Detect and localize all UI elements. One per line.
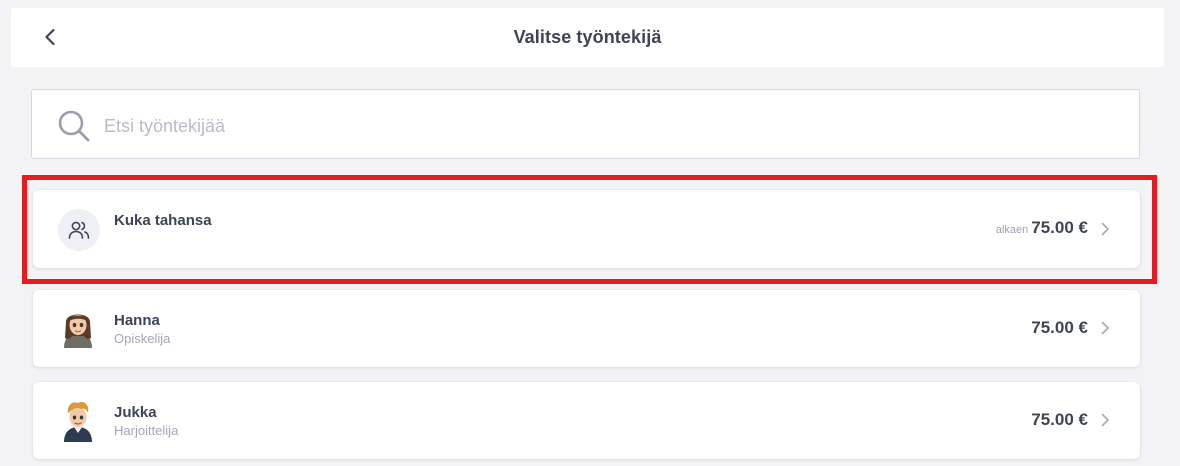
employee-card-jukka[interactable]: Jukka Harjoittelija 75.00 €	[33, 382, 1140, 459]
price-group: alkaen 75.00 €	[996, 218, 1088, 238]
search-bar[interactable]	[31, 89, 1140, 159]
users-icon	[68, 221, 90, 239]
search-input[interactable]	[102, 108, 1106, 144]
avatar-jukka	[64, 402, 92, 442]
price-prefix: alkaen	[995, 224, 1029, 236]
price-group: 75.00 €	[1031, 410, 1088, 430]
chevron-right-icon	[1101, 321, 1109, 335]
chevron-right-icon	[1101, 413, 1109, 427]
search-icon	[58, 110, 90, 142]
price: 75.00 €	[1031, 318, 1088, 337]
employee-name: Jukka	[114, 404, 157, 421]
employee-role: Opiskelija	[114, 331, 171, 346]
page-title: Valitse työntekijä	[513, 27, 662, 47]
employee-card-hanna[interactable]: Hanna Opiskelija 75.00 €	[33, 290, 1140, 367]
price: 75.00 €	[1031, 410, 1088, 429]
price: 75.00 €	[1031, 218, 1088, 237]
avatar-hanna	[64, 314, 92, 348]
users-icon-badge	[58, 209, 100, 251]
top-bar: Valitse työntekijä	[11, 8, 1164, 67]
chevron-right-icon	[1101, 222, 1109, 236]
employee-role: Harjoittelija	[114, 423, 179, 438]
employee-name: Kuka tahansa	[114, 212, 212, 229]
price-group: 75.00 €	[1031, 318, 1088, 338]
employee-name: Hanna	[114, 312, 160, 329]
employee-card-any[interactable]: Kuka tahansa alkaen 75.00 €	[33, 190, 1140, 268]
